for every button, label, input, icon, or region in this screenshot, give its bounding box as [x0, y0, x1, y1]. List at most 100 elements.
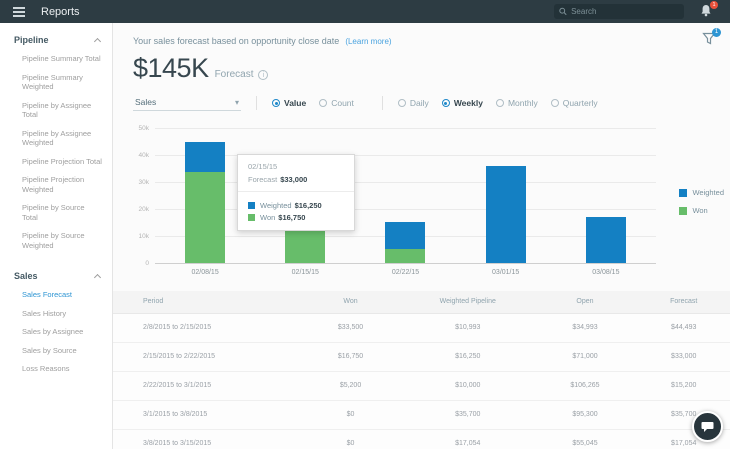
report-type-select[interactable]: Sales ▾	[133, 95, 241, 111]
chart-legend: Weighted Won	[679, 188, 724, 224]
bar-segment-weighted	[485, 166, 526, 263]
weighted-swatch	[248, 202, 255, 209]
notifications-button[interactable]: 1	[700, 1, 718, 19]
forecast-label: Forecast	[214, 69, 254, 80]
radio-value[interactable]: Value	[272, 98, 306, 108]
forecast-table: Period Won Weighted Pipeline Open Foreca…	[113, 291, 730, 449]
col-header-open[interactable]: Open	[532, 291, 638, 314]
bar-segment-won	[185, 172, 226, 263]
sidebar-item-pipeline-by-assignee-weighted[interactable]: Pipeline by Assignee Weighted	[22, 129, 102, 148]
chevron-up-icon	[93, 273, 102, 281]
forecast-banner: Your sales forecast based on opportunity…	[113, 23, 730, 46]
radio-icon	[550, 99, 559, 107]
chart-controls: Sales ▾ Value Count Daily Weekly Monthly…	[133, 95, 730, 111]
tooltip-weighted: Weighted $16,250	[248, 201, 344, 210]
y-axis-tick: 50k	[138, 125, 149, 132]
top-bar: Reports 1	[0, 0, 730, 23]
table-row[interactable]: 2/15/2015 to 2/22/2015 $16,750 $16,250 $71,…	[113, 342, 730, 372]
chevron-up-icon	[93, 37, 102, 45]
search-input[interactable]	[571, 7, 679, 16]
tooltip-date: 02/15/15	[248, 162, 278, 171]
sidebar-item-pipeline-projection-total[interactable]: Pipeline Projection Total	[22, 157, 102, 167]
radio-count[interactable]: Count	[319, 98, 354, 108]
bar-segment-weighted	[585, 217, 626, 263]
radio-quarterly[interactable]: Quarterly	[550, 98, 598, 108]
sidebar-item-sales-forecast[interactable]: Sales Forecast	[22, 290, 102, 300]
chart-tooltip: 02/15/15 Forecast $33,000 Weighted $16,250…	[237, 154, 355, 231]
period-radio-group: Daily Weekly Monthly Quarterly	[397, 98, 611, 108]
chat-widget-button[interactable]	[692, 411, 723, 442]
tooltip-won: Won $16,750	[248, 213, 344, 222]
sidebar-item-loss-reasons[interactable]: Loss Reasons	[22, 364, 102, 374]
notification-badge: 1	[710, 1, 718, 9]
sidebar-section-pipeline[interactable]: Pipeline	[14, 35, 112, 45]
col-header-weighted[interactable]: Weighted Pipeline	[402, 291, 533, 314]
table-row[interactable]: 3/1/2015 to 3/8/2015 $0 $35,700 $95,300 $35,…	[113, 400, 730, 430]
sidebar-section-sales[interactable]: Sales	[14, 271, 112, 281]
bar-segment-weighted	[385, 222, 426, 249]
weighted-swatch	[679, 188, 688, 197]
metric-radio-group: Value Count	[272, 98, 367, 108]
sidebar-item-pipeline-summary-total[interactable]: Pipeline Summary Total	[22, 54, 102, 64]
sidebar-item-pipeline-projection-weighted[interactable]: Pipeline Projection Weighted	[22, 175, 102, 194]
tooltip-forecast: Forecast $33,000	[238, 175, 354, 192]
x-axis-label: 02/08/15	[191, 269, 219, 276]
radio-selected-icon	[441, 99, 450, 107]
won-swatch	[679, 206, 688, 215]
col-header-forecast[interactable]: Forecast	[637, 291, 730, 314]
legend-won: Won	[679, 206, 724, 215]
y-axis-tick: 0	[145, 260, 149, 267]
radio-icon	[397, 99, 406, 107]
chat-bubble-icon	[701, 421, 714, 432]
bar-segment-won	[385, 249, 426, 263]
forecast-total: $145K	[133, 53, 209, 83]
radio-icon	[319, 99, 328, 107]
search-box[interactable]	[554, 4, 684, 19]
sidebar-item-pipeline-summary-weighted[interactable]: Pipeline Summary Weighted	[22, 73, 102, 92]
bar-03-08-15[interactable]: 03/08/15	[585, 128, 626, 276]
info-icon[interactable]: i	[258, 70, 269, 80]
x-axis-label: 02/22/15	[391, 269, 420, 276]
filter-count-badge: 1	[712, 28, 721, 37]
col-header-period[interactable]: Period	[113, 291, 299, 314]
bar-segment-weighted	[185, 142, 226, 172]
radio-weekly[interactable]: Weekly	[441, 98, 483, 108]
filter-button[interactable]: 1	[702, 28, 721, 50]
search-icon	[559, 7, 567, 16]
x-axis-label: 02/15/15	[291, 269, 319, 276]
legend-weighted: Weighted	[679, 188, 724, 197]
radio-icon	[495, 99, 504, 107]
bar-02-22-15[interactable]: 02/22/15	[385, 128, 426, 276]
x-axis-label: 03/08/15	[592, 269, 620, 276]
col-header-won[interactable]: Won	[298, 291, 403, 314]
main-content: Your sales forecast based on opportunity…	[113, 23, 730, 449]
sidebar-item-pipeline-by-assignee-total[interactable]: Pipeline by Assignee Total	[22, 101, 102, 120]
sidebar-item-sales-by-source[interactable]: Sales by Source	[22, 346, 102, 356]
table-row[interactable]: 2/22/2015 to 3/1/2015 $5,200 $10,000 $106,2…	[113, 371, 730, 401]
sidebar-item-sales-history[interactable]: Sales History	[22, 309, 102, 319]
sidebar-item-pipeline-by-source-total[interactable]: Pipeline by Source Total	[22, 203, 102, 222]
table-row[interactable]: 2/8/2015 to 2/15/2015 $33,500 $10,993 $34,9…	[113, 313, 730, 343]
chevron-down-icon: ▾	[234, 97, 239, 107]
y-axis-tick: 30k	[138, 179, 149, 186]
page-title: Reports	[41, 5, 80, 18]
y-axis-tick: 10k	[138, 233, 149, 240]
bar-03-01-15[interactable]: 03/01/15	[485, 128, 526, 276]
radio-monthly[interactable]: Monthly	[495, 98, 538, 108]
radio-selected-icon	[272, 99, 280, 107]
won-swatch	[248, 214, 255, 221]
learn-more-link[interactable]: (Learn more)	[345, 37, 391, 46]
sidebar-item-pipeline-by-source-weighted[interactable]: Pipeline by Source Weighted	[22, 231, 102, 250]
radio-daily[interactable]: Daily	[397, 98, 429, 108]
table-row[interactable]: 3/8/2015 to 3/15/2015 $0 $17,054 $55,045 $17…	[113, 429, 730, 449]
y-axis-tick: 20k	[138, 206, 149, 213]
x-axis-label: 03/01/15	[492, 269, 520, 276]
reports-screen: Reports 1 Pipeline Pipeline Summary Tota…	[0, 0, 730, 449]
table-header-row: Period Won Weighted Pipeline Open Foreca…	[113, 291, 730, 314]
y-axis-tick: 40k	[138, 152, 149, 159]
bar-02-08-15[interactable]: 02/08/15	[185, 128, 226, 276]
hamburger-menu-icon[interactable]	[13, 5, 25, 19]
banner-text: Your sales forecast based on opportunity…	[133, 36, 340, 46]
sidebar-item-sales-by-assignee[interactable]: Sales by Assignee	[22, 327, 102, 337]
forecast-headline: $145K Forecast i	[113, 46, 730, 84]
